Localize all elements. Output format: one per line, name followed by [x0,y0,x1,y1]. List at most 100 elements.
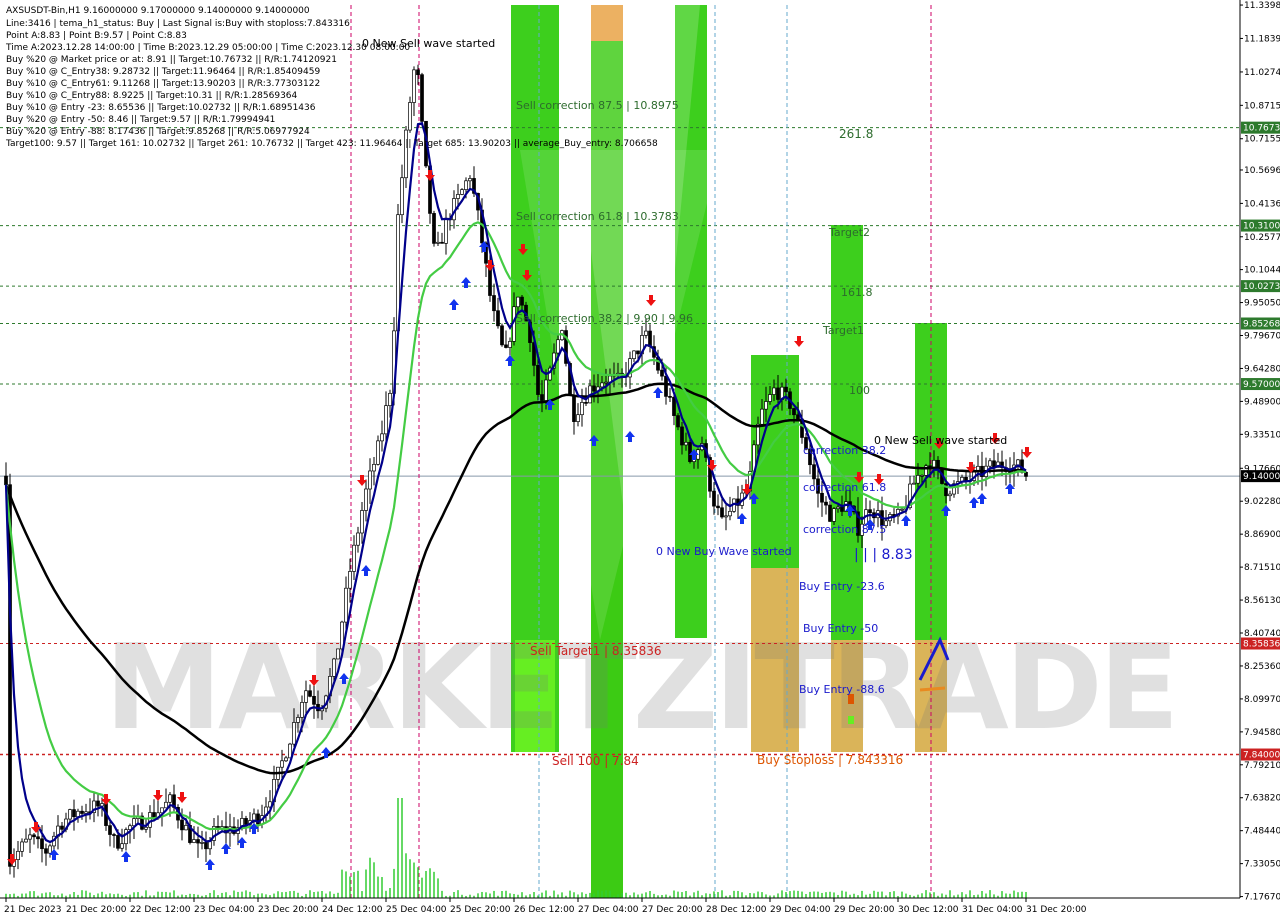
candle-body [4,475,8,486]
info-line: Target100: 9.57 || Target 161: 10.02732 … [5,139,658,149]
candle-body [372,463,376,472]
candle-body [24,838,28,843]
candle-body [516,296,520,308]
info-line: Time A:2023.12.28 14:00:00 | Time B:2023… [5,43,410,53]
candle-body [388,392,392,407]
time-tick-label: 25 Dec 20:00 [450,905,511,915]
candle-body [812,464,816,480]
candle-body [504,344,508,348]
info-line: Buy %10 @ C_Entry38: 9.28732 || Target:1… [6,67,320,77]
candle-body [680,426,684,446]
candle-body [912,482,916,485]
price-tick-label: 11.18390 [1244,34,1280,44]
candle-body [676,415,680,428]
candle-body [444,217,448,244]
point-c-label: | | | 8.83 [854,547,913,563]
candle-body [716,505,720,509]
price-tick-label: 10.71550 [1244,135,1280,145]
level-price-label: 9.85268 [1243,320,1280,330]
sell-wave-label-2: 0 New Sell wave started [874,434,1007,447]
candle-body [408,102,412,131]
candle-body [420,74,424,122]
time-tick-label: 21 Dec 20:00 [66,905,127,915]
candle-body [20,841,24,852]
candle-body [820,492,824,503]
info-line: Buy %20 @ Entry -50: 8.46 || Target:9.57… [6,115,275,125]
candle-body [164,801,168,809]
candle-body [456,194,460,199]
candle-body [364,488,368,511]
candle-body [728,510,732,517]
candle-body [304,690,308,703]
candle-body [668,396,672,398]
candle-body [644,330,648,336]
candle-body [764,401,768,410]
candle-body [828,504,832,522]
price-tick-label: 10.41360 [1244,199,1280,209]
info-line: Buy %10 @ Entry -23: 8.65536 || Target:1… [6,103,316,113]
candle-body [604,381,608,384]
candle-body [416,69,420,76]
price-tick-label: 10.25770 [1244,233,1280,243]
candle-body [584,402,588,404]
candle-body [204,842,208,850]
info-line: Buy %20 @ Entry -88: 8.17436 || Target:9… [6,127,310,137]
sell-correction-61-label: Sell correction 61.8 | 10.3783 [516,210,679,223]
candle-body [296,717,300,723]
time-tick-label: 23 Dec 20:00 [258,905,319,915]
level-price-label: 9.57000 [1243,380,1280,390]
candle-body [900,508,904,511]
time-tick-label: 21 Dec 2023 [4,905,62,915]
candle-body [540,394,544,401]
candle-body [712,490,716,507]
signal-zone [751,355,799,568]
correction-61-label: correction 61.8 [803,481,886,494]
candle-body [824,501,828,506]
candle-body [508,341,512,348]
price-chart[interactable]: MARKETZITRADE 0 New Sell wave started Sel… [0,0,1280,920]
candle-body [592,385,596,392]
candle-body [932,459,936,468]
price-tick-label: 8.56130 [1244,596,1280,606]
candle-body [196,839,200,844]
time-tick-label: 23 Dec 04:00 [194,905,255,915]
price-tick-label: 8.09970 [1244,695,1280,705]
candle-body [144,826,148,830]
price-tick-label: 7.17670 [1244,893,1280,903]
time-tick-label: 28 Dec 12:00 [706,905,767,915]
price-tick-label: 7.63820 [1244,794,1280,804]
candle-body [376,440,380,465]
candle-body [468,178,472,182]
candle-body [96,800,100,807]
time-tick-label: 30 Dec 12:00 [898,905,959,915]
candle-body [572,395,576,422]
candle-body [760,408,764,425]
candle-body [36,836,40,840]
candle-body [464,180,468,190]
sell-correction-38-label: Sell correction 38.2 | 9.90 | 9.96 [516,312,693,325]
candle-body [16,850,20,861]
correction-38-label: correction 38.2 [803,444,886,457]
candle-body [948,493,952,497]
level-price-label: 10.3100 [1243,222,1280,232]
level-price-label: 10.0273 [1243,282,1280,292]
pattern-marker [848,716,854,724]
chart-window: MARKETZITRADE 0 New Sell wave started Sel… [0,0,1280,920]
candle-body [32,834,36,838]
buy-entry-88-label: Buy Entry -88.6 [799,683,885,696]
sell-100-label: Sell 100 | 7.84 [552,754,639,768]
candle-body [492,295,496,312]
candle-body [636,350,640,355]
candle-body [40,838,44,850]
candle-body [116,835,120,849]
candle-body [312,695,316,705]
candle-body [916,475,920,484]
price-tick-label: 8.71510 [1244,563,1280,573]
candle-body [460,189,464,195]
price-tick-label: 9.33510 [1244,430,1280,440]
candle-body [68,809,72,820]
candle-body [284,757,288,762]
candle-body [352,544,356,572]
time-tick-label: 25 Dec 04:00 [386,905,447,915]
candle-body [60,825,64,830]
